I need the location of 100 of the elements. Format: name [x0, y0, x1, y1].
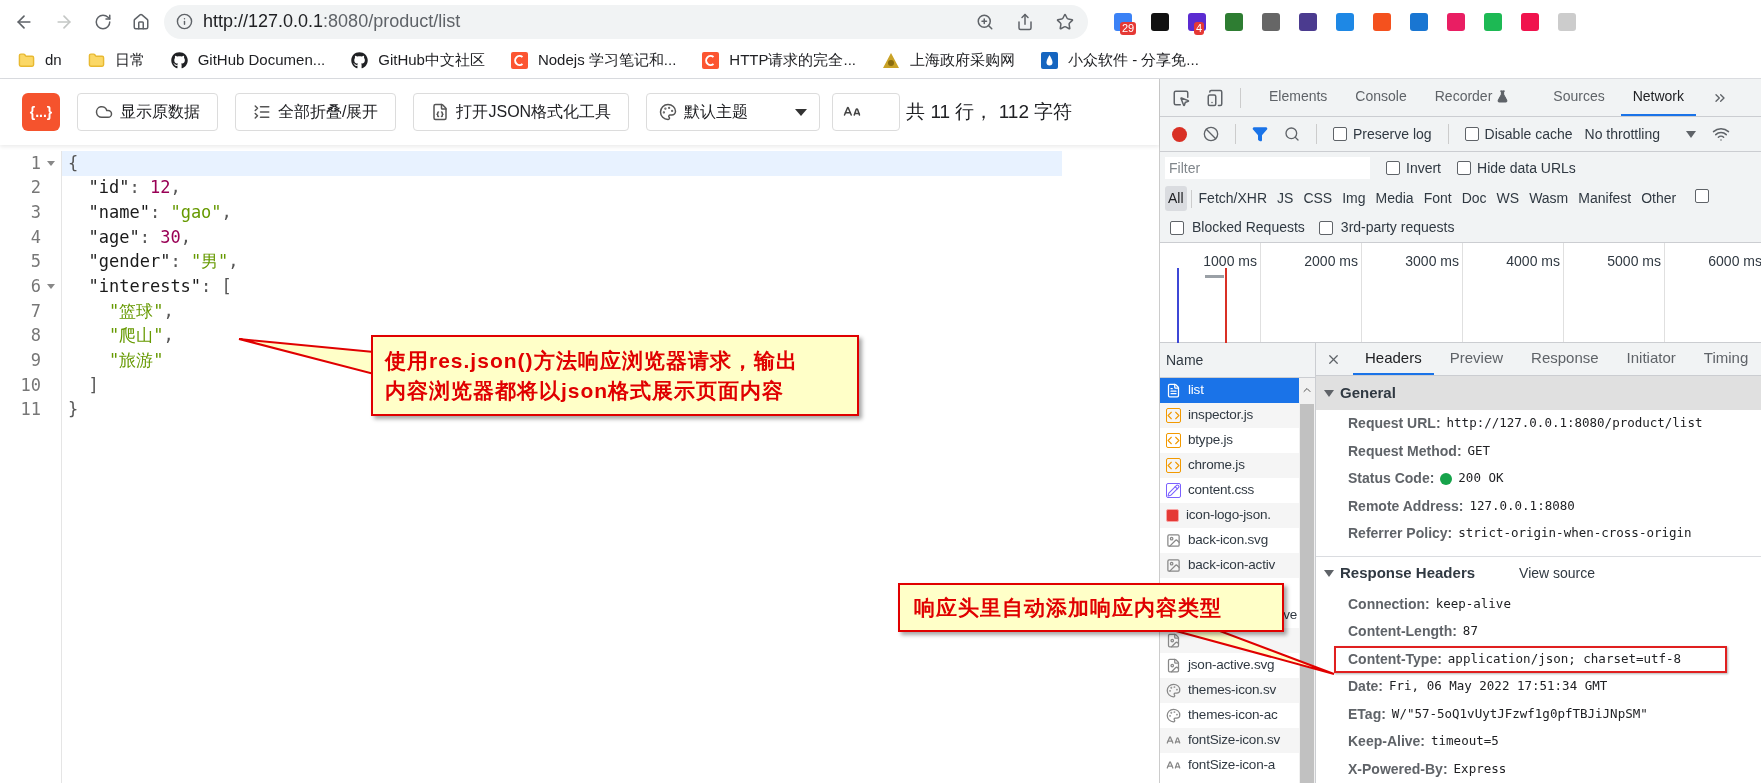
file-name: fontSize-icon-a: [1188, 756, 1276, 775]
file-name: btype.js: [1188, 431, 1233, 450]
code-token: "篮球": [109, 299, 164, 323]
view-source-link[interactable]: View source: [1519, 563, 1596, 584]
panel-tab[interactable]: Console: [1343, 79, 1419, 116]
type-filter[interactable]: Media: [1372, 186, 1417, 211]
request-row[interactable]: chrome.js: [1160, 453, 1299, 478]
file-name: content.css: [1188, 481, 1255, 500]
code-token: ,: [228, 250, 239, 274]
code-token: ,: [221, 200, 232, 224]
header-name: Content-Length:: [1348, 622, 1457, 642]
toolbar-button[interactable]: 打开JSON格式化工具: [413, 93, 630, 131]
type-filter[interactable]: Other: [1638, 186, 1680, 211]
detail-tab[interactable]: Preview: [1437, 343, 1516, 375]
code-token: :: [170, 250, 182, 274]
line-number: 10: [20, 373, 41, 397]
callout-text: 使用res.json()方法响应浏览器请求，输出内容浏览器都将以json格式展示页面内容: [385, 347, 799, 404]
request-row[interactable]: list: [1160, 378, 1299, 403]
stats-text: 共 11 行， 112 字符: [906, 99, 1073, 124]
panel-tab[interactable]: Elements: [1257, 79, 1340, 116]
request-row[interactable]: fontSize-icon.sv: [1160, 728, 1299, 753]
header-name: Status Code:: [1348, 469, 1435, 489]
code-token: "age": [88, 225, 140, 249]
code-token: }: [68, 398, 79, 422]
code-token: "id": [88, 176, 130, 200]
type-filter[interactable]: Manifest: [1575, 186, 1635, 211]
time-tick: 1000 ms: [1203, 252, 1257, 271]
code-token: :: [149, 200, 162, 224]
code-token: "name": [88, 200, 150, 224]
type-filter[interactable]: CSS: [1300, 186, 1336, 211]
badge: 4: [1194, 21, 1205, 35]
code-token: 12: [149, 176, 171, 200]
type-filter[interactable]: WS: [1493, 186, 1523, 211]
request-row[interactable]: themes-icon.sv: [1160, 678, 1299, 703]
toolbar-button[interactable]: 显示原数据: [77, 93, 218, 131]
toolbar-button[interactable]: 全部折叠/展开: [235, 93, 397, 131]
theme-select[interactable]: 默认主题: [646, 93, 821, 131]
header-value: http://127.0.0.1:8080/product/list: [1446, 414, 1703, 433]
address-bar[interactable]: http://127.0.0.1:8080/product/list: [164, 4, 1088, 39]
bookmark[interactable]: HTTP请求的完全...: [702, 49, 856, 72]
app-logo: {...}: [22, 93, 60, 131]
panel-tab[interactable]: Recorder: [1422, 79, 1538, 116]
panel-tab[interactable]: Network: [1620, 79, 1697, 116]
section-header[interactable]: General: [1316, 376, 1761, 410]
detail-tab[interactable]: Timing: [1691, 343, 1761, 375]
type-filter[interactable]: All: [1165, 186, 1187, 211]
header-name: Request Method:: [1348, 441, 1462, 461]
header-name: X-Powered-By:: [1348, 759, 1448, 779]
type-filter[interactable]: Wasm: [1526, 186, 1572, 211]
section-header[interactable]: Response Headers View source: [1316, 556, 1761, 591]
bookmark[interactable]: 小众软件 - 分享免...: [1041, 49, 1199, 72]
bookmark[interactable]: dn: [18, 49, 62, 72]
line-number: 7: [30, 299, 41, 323]
throttling-select[interactable]: No throttling: [1584, 123, 1696, 145]
line-number: 9: [30, 349, 41, 373]
line-number: 1: [30, 151, 41, 175]
file-name: icon-logo-json.: [1186, 506, 1271, 525]
detail-tab[interactable]: Initiator: [1614, 343, 1688, 375]
type-filter[interactable]: Fetch/XHR: [1195, 186, 1271, 211]
code-token: 30: [160, 225, 181, 249]
request-row[interactable]: icon-logo-json.: [1160, 503, 1299, 528]
line-number: 3: [30, 200, 41, 224]
file-name: list: [1188, 381, 1204, 400]
header-value: GET: [1467, 441, 1491, 460]
code-token: "gender": [88, 250, 171, 274]
bookmark[interactable]: GitHub中文社区: [351, 49, 485, 72]
type-filter[interactable]: JS: [1274, 186, 1297, 211]
type-filter[interactable]: Font: [1420, 186, 1455, 211]
filter-field[interactable]: Filter: [1165, 157, 1370, 179]
panel-tab[interactable]: Sources: [1541, 79, 1617, 116]
bookmark[interactable]: 上海政府采购网: [882, 49, 1015, 72]
time-tick: 5000 ms: [1607, 252, 1661, 271]
checkbox-label: Hide data URLs: [1477, 158, 1576, 178]
code-token: :: [139, 225, 151, 249]
code-token: {: [68, 151, 79, 175]
code-token: "interests": [88, 275, 202, 299]
checkbox-label: Invert: [1406, 158, 1441, 178]
detail-tab[interactable]: Response: [1519, 343, 1611, 375]
bookmark[interactable]: 日常: [87, 49, 145, 72]
bookmark[interactable]: GitHub Documen...: [170, 49, 326, 72]
bookmark[interactable]: Nodejs 学习笔记和...: [510, 49, 677, 72]
time-tick: 2000 ms: [1304, 252, 1358, 271]
type-filter[interactable]: Img: [1339, 186, 1369, 211]
file-name: ve: [1283, 606, 1298, 625]
header-name: Remote Address:: [1348, 496, 1464, 516]
line-number: 8: [30, 324, 41, 348]
header-name: Keep-Alive:: [1348, 732, 1426, 752]
badge: 29: [1120, 21, 1137, 35]
request-row[interactable]: inspector.js: [1160, 403, 1299, 428]
header-value: W/"57-5oQ1vUytJFzwf1g0pfTBJiJNpSM": [1391, 704, 1648, 723]
header-name: Content-Type:: [1348, 649, 1442, 669]
line-number: 4: [30, 225, 41, 249]
url-text: http://127.0.0.1:8080/product/list: [203, 10, 461, 33]
header-value: application/json; charset=utf-8: [1447, 649, 1682, 668]
file-name: themes-icon.sv: [1188, 681, 1276, 700]
request-row[interactable]: back-icon-activ: [1160, 553, 1299, 578]
file-name: back-icon.svg: [1188, 531, 1268, 550]
code-token: ,: [170, 176, 181, 200]
type-filter[interactable]: Doc: [1458, 186, 1490, 211]
code-token: "男": [190, 250, 229, 274]
